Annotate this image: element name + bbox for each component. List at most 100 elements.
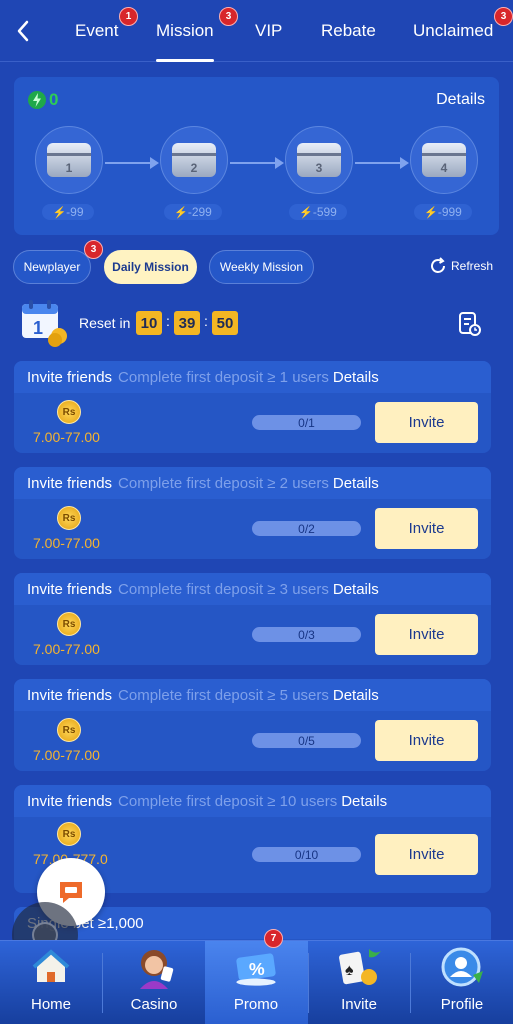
back-button[interactable] xyxy=(12,18,34,44)
time-separator: : xyxy=(166,313,170,329)
mission-description: Complete first deposit ≥ 2 users xyxy=(118,474,329,492)
mission-reward: 7.00-77.00 xyxy=(33,429,100,445)
mission-header: Invite friends Complete first deposit ≥ 1… xyxy=(14,361,491,393)
chest-3-number: 3 xyxy=(315,161,323,175)
tab-newplayer-badge: 3 xyxy=(84,240,103,259)
chest-icon: 4 xyxy=(422,143,466,177)
nav-casino[interactable]: Casino xyxy=(103,941,205,1024)
profile-icon xyxy=(438,945,486,989)
calendar-icon: 1 xyxy=(19,298,69,348)
mission-details-link[interactable]: Details xyxy=(333,581,379,598)
nav-promo[interactable]: % Promo xyxy=(205,941,307,1024)
svg-text:♠: ♠ xyxy=(345,962,354,979)
nav-invite[interactable]: ♠ Invite xyxy=(308,941,410,1024)
tab-event-label: Event xyxy=(75,21,119,40)
tab-vip[interactable]: VIP xyxy=(255,0,282,62)
mission-card: Invite friends Complete first deposit ≥ 3… xyxy=(14,573,491,665)
svg-text:1: 1 xyxy=(33,318,43,338)
mission-description: Complete first deposit ≥ 1 users xyxy=(118,368,329,386)
chest-progress-panel: 0 Details 1 2 3 4 ⚡ -99 ⚡ -299 ⚡ -599 ⚡ -999 xyxy=(14,77,499,235)
mission-description: Complete first deposit ≥ 10 users xyxy=(118,792,338,810)
invite-button[interactable]: Invite xyxy=(375,402,478,443)
chest-arrow xyxy=(230,157,284,169)
tab-vip-label: VIP xyxy=(255,21,283,40)
mission-card: Invite friends Complete first deposit ≥ 5… xyxy=(14,679,491,771)
mission-details-link[interactable]: Details xyxy=(341,793,387,810)
chest-1-number: 1 xyxy=(65,161,73,175)
mission-header: Invite friends Complete first deposit ≥ 3… xyxy=(14,573,491,605)
nav-casino-label: Casino xyxy=(130,996,178,1013)
chest-4-cost: ⚡ -999 xyxy=(414,204,472,220)
tab-unclaimed[interactable]: Unclaimed xyxy=(413,0,493,62)
tab-mission[interactable]: Mission xyxy=(156,0,214,62)
chest-icon: 2 xyxy=(172,143,216,177)
mission-reward: 7.00-77.00 xyxy=(33,747,100,763)
tab-event[interactable]: Event xyxy=(75,0,118,62)
mission-progress: 0/5 xyxy=(252,733,361,748)
nav-promo-label: Promo xyxy=(233,996,279,1013)
details-link[interactable]: Details xyxy=(436,91,485,109)
chest-1-cost-value: -99 xyxy=(66,205,84,219)
tab-daily-mission[interactable]: Daily Mission xyxy=(104,250,197,284)
tab-weekly-mission[interactable]: Weekly Mission xyxy=(209,250,314,284)
chest-2[interactable]: 2 xyxy=(160,126,228,194)
mission-details-link[interactable]: Details xyxy=(333,687,379,704)
invite-button[interactable]: Invite xyxy=(375,720,478,761)
mission-description: Complete first deposit ≥ 5 users xyxy=(118,686,329,704)
mission-title: Invite friends xyxy=(27,580,113,598)
mission-header: Invite friends Complete first deposit ≥ 1… xyxy=(14,785,491,817)
rupee-coin-icon: Rs xyxy=(57,506,81,530)
rupee-coin-icon: Rs xyxy=(57,612,81,636)
mission-details-link[interactable]: Details xyxy=(333,475,379,492)
mission-header: Invite friends Complete first deposit ≥ 5… xyxy=(14,679,491,711)
mission-title: Invite friends xyxy=(27,368,113,386)
refresh-label: Refresh xyxy=(451,259,494,273)
top-nav: Event 1 Mission 3 VIP Rebate Unclaimed 3 xyxy=(0,0,513,62)
energy-small-icon: ⚡ xyxy=(299,206,313,219)
mission-card: Invite friends Complete first deposit ≥ 2… xyxy=(14,467,491,559)
nav-home-label: Home xyxy=(30,996,71,1013)
chest-3[interactable]: 3 xyxy=(285,126,353,194)
mission-progress: 0/10 xyxy=(252,847,361,862)
refresh-button[interactable]: Refresh xyxy=(428,256,493,276)
tab-event-badge: 1 xyxy=(119,7,138,26)
tab-weekly-mission-label: Weekly Mission xyxy=(219,260,304,274)
refresh-icon xyxy=(431,257,445,273)
energy-small-icon: ⚡ xyxy=(424,206,438,219)
tab-unclaimed-badge: 3 xyxy=(494,7,513,26)
tab-rebate[interactable]: Rebate xyxy=(321,0,376,62)
history-icon[interactable] xyxy=(457,311,483,337)
invite-button[interactable]: Invite xyxy=(375,508,478,549)
invite-button[interactable]: Invite xyxy=(375,834,478,875)
rupee-coin-icon: Rs xyxy=(57,400,81,424)
invite-icon: ♠ xyxy=(335,945,383,989)
reset-seconds: 50 xyxy=(212,311,238,335)
chest-2-number: 2 xyxy=(190,161,198,175)
mission-card: Invite friends Complete first deposit ≥ 1… xyxy=(14,361,491,453)
chest-1[interactable]: 1 xyxy=(35,126,103,194)
energy-icon xyxy=(28,91,46,109)
tab-rebate-label: Rebate xyxy=(321,21,376,40)
tab-mission-badge: 3 xyxy=(219,7,238,26)
invite-button[interactable]: Invite xyxy=(375,614,478,655)
mission-details-link[interactable]: Details xyxy=(333,369,379,386)
nav-profile-label: Profile xyxy=(440,996,484,1013)
chest-2-cost: ⚡ -299 xyxy=(164,204,222,220)
energy-small-icon: ⚡ xyxy=(52,206,67,219)
chest-3-cost-value: -599 xyxy=(312,205,337,219)
promo-icon: % xyxy=(232,945,280,989)
promo-badge: 7 xyxy=(264,929,283,948)
chest-2-cost-value: -299 xyxy=(187,205,212,219)
chest-3-cost: ⚡ -599 xyxy=(289,204,347,220)
nav-profile[interactable]: Profile xyxy=(411,941,513,1024)
svg-text:%: % xyxy=(249,959,265,979)
nav-home[interactable]: Home xyxy=(0,941,102,1024)
chest-arrow xyxy=(105,157,159,169)
mission-progress: 0/3 xyxy=(252,627,361,642)
chest-4[interactable]: 4 xyxy=(410,126,478,194)
rupee-coin-icon: Rs xyxy=(57,822,81,846)
tab-newplayer[interactable]: Newplayer xyxy=(13,250,91,284)
chest-4-number: 4 xyxy=(440,161,448,175)
mission-title: Invite friends xyxy=(27,686,113,704)
reset-minutes: 39 xyxy=(174,311,200,335)
